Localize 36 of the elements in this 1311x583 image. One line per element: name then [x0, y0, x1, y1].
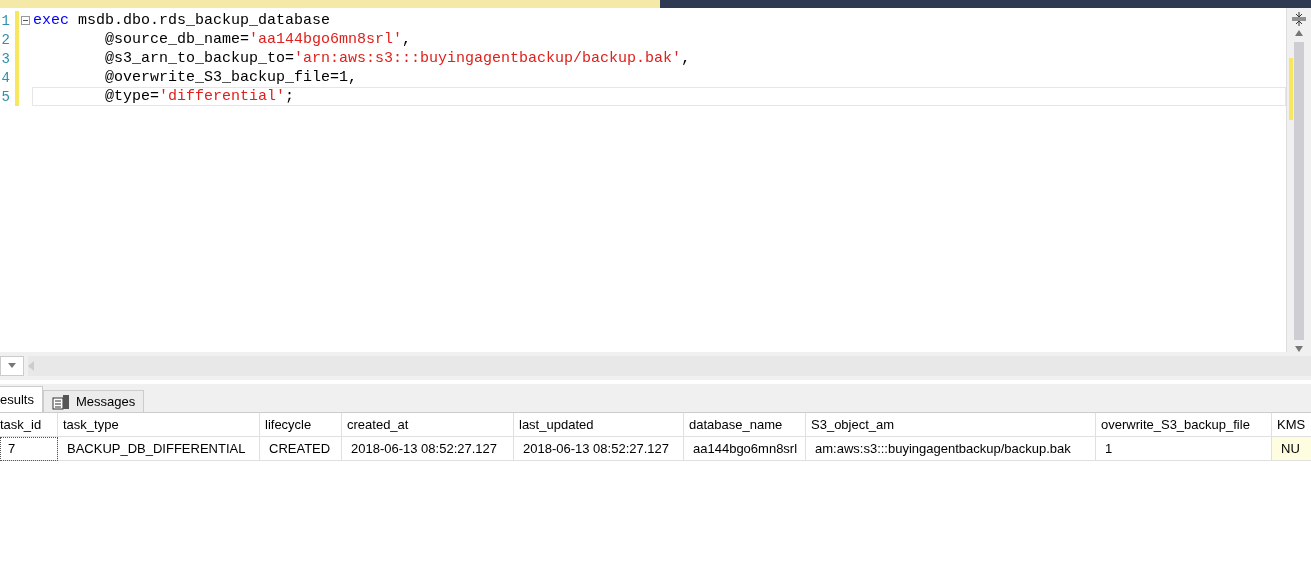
table-cell: BACKUP_DB_DIFFERENTIAL: [58, 437, 260, 461]
column-header[interactable]: task_id: [0, 413, 58, 437]
horizontal-scrollbar[interactable]: [28, 356, 1311, 376]
line-number: 1: [0, 12, 10, 29]
column-header[interactable]: last_updated: [514, 413, 684, 437]
code-line: @overwrite_S3_backup_file=1,: [104, 68, 359, 87]
results-tab[interactable]: Messages: [42, 390, 145, 412]
code-line: @source_db_name='aa144bgo6mn8srl',: [104, 30, 413, 49]
split-icon[interactable]: [1292, 12, 1306, 26]
vertical-scrollbar[interactable]: [1286, 8, 1311, 352]
table-cell: am:aws:s3:::buyingagentbackup/backup.bak: [806, 437, 1096, 461]
zoom-dropdown[interactable]: [0, 356, 24, 376]
line-number: 3: [0, 50, 10, 67]
table-cell: 1: [1096, 437, 1272, 461]
column-header[interactable]: task_type: [58, 413, 260, 437]
table-cell: NU: [1272, 437, 1311, 461]
scroll-up-icon[interactable]: [1295, 30, 1303, 36]
column-header[interactable]: S3_object_am: [806, 413, 1096, 437]
collapse-icon[interactable]: [21, 16, 30, 25]
line-number: 5: [0, 88, 10, 105]
column-header[interactable]: lifecycle: [260, 413, 342, 437]
table-cell: aa144bgo6mn8srl: [684, 437, 806, 461]
column-header[interactable]: database_name: [684, 413, 806, 437]
line-number: 4: [0, 69, 10, 86]
table-cell: 2018-06-13 08:52:27.127: [514, 437, 684, 461]
caret-icon[interactable]: [8, 363, 16, 369]
table-cell: 2018-06-13 08:52:27.127: [342, 437, 514, 461]
messages-icon: [51, 393, 70, 410]
code-line: exec msdb.dbo.rds_backup_database: [32, 11, 332, 30]
results-tab[interactable]: esults: [0, 386, 43, 412]
table-cell: 7: [0, 437, 58, 461]
column-header[interactable]: overwrite_S3_backup_file: [1096, 413, 1272, 437]
line-number: 2: [0, 31, 10, 48]
code-line: @s3_arn_to_backup_to='arn:aws:s3:::buyingagentbackup/backup.bak',: [104, 49, 692, 68]
column-header[interactable]: created_at: [342, 413, 514, 437]
table-cell: CREATED: [260, 437, 342, 461]
